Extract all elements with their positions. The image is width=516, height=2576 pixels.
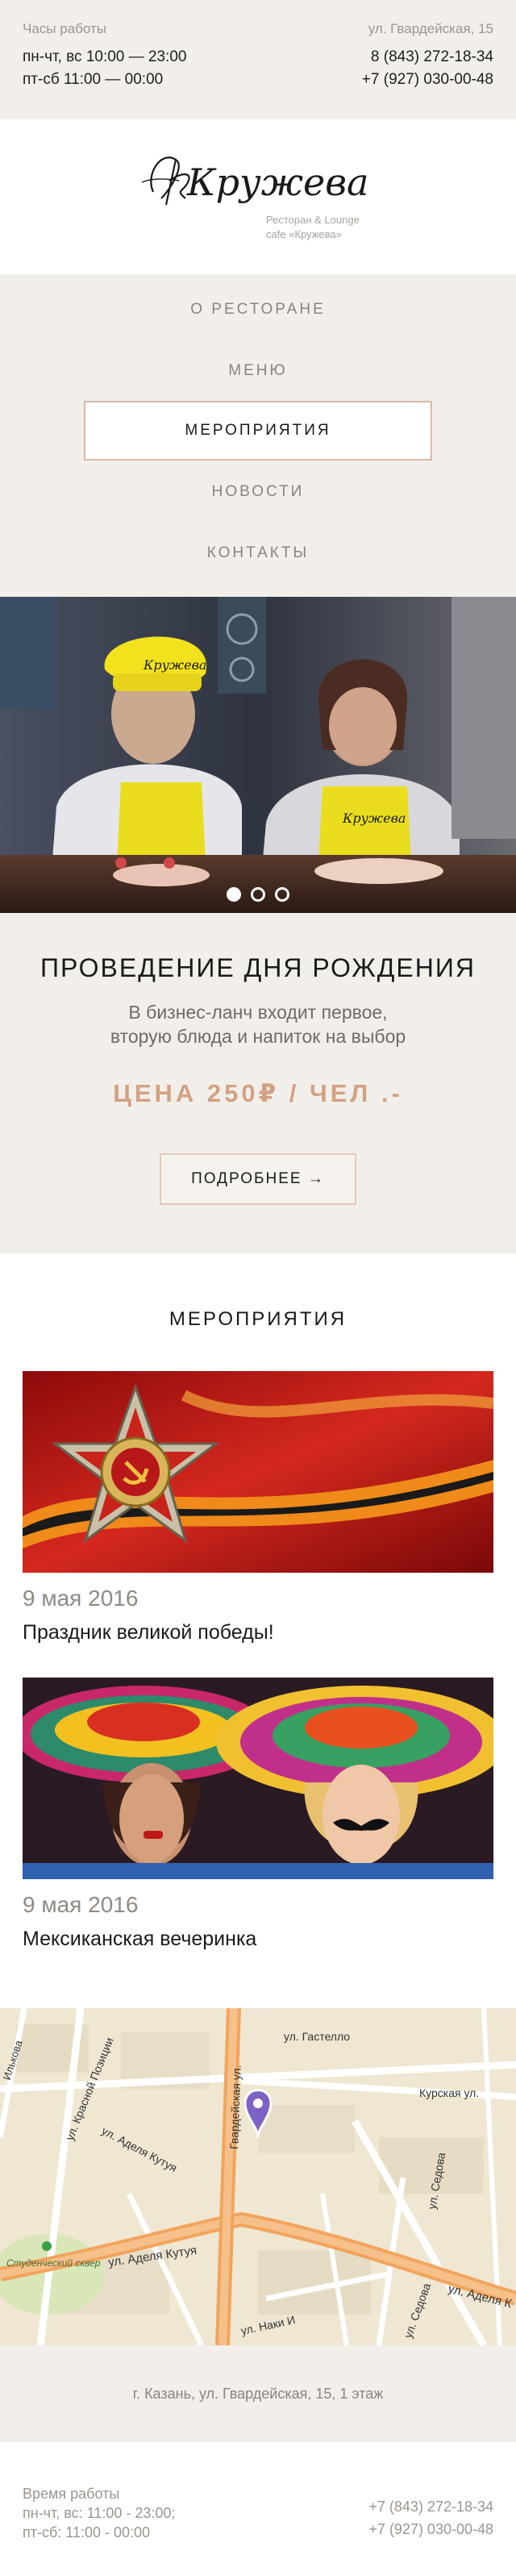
mexican-image	[23, 1678, 493, 1879]
cap-text: Кружева	[143, 657, 206, 673]
logo-subtitle-1: Ресторан & Lounge	[266, 214, 360, 226]
nav-item-events[interactable]: МЕРОПРИЯТИЯ	[84, 401, 432, 461]
event-name-1[interactable]: Праздник великой победы!	[23, 1621, 274, 1644]
nav-item-menu[interactable]: МЕНЮ	[0, 347, 516, 395]
logo-block: Кружева Ресторан & Lounge cafe «Кружева»	[0, 119, 516, 274]
apron-text: Кружева	[342, 811, 406, 826]
promo-price: ЦЕНА 250₽ / ЧЕЛ .-	[113, 1079, 403, 1107]
hours-weekend: пт-сб 11:00 — 00:00	[23, 71, 164, 88]
top-info-bar: Часы работы пн-чт, вс 10:00 — 23:00 пт-с…	[0, 0, 516, 119]
nav-item-about[interactable]: О РЕСТОРАНЕ	[0, 286, 516, 334]
main-nav: О РЕСТОРАНЕ МЕНЮ МЕРОПРИЯТИЯ НОВОСТИ КОН…	[0, 274, 516, 597]
footer-hours-2: пт-сб: 11:00 - 00:00	[23, 2524, 151, 2541]
map-canvas: ул. Гастелло Курская ул. ул. Красной Поз…	[0, 2008, 516, 2345]
events-title: МЕРОПРИЯТИЯ	[169, 1308, 347, 1330]
event-date-1: 9 мая 2016	[23, 1586, 139, 1611]
event-image-victory[interactable]	[23, 1371, 493, 1573]
location-map[interactable]: ул. Гастелло Курская ул. ул. Красной Поз…	[0, 2008, 516, 2345]
hero-photo: Кружева Кружева	[0, 597, 516, 913]
event-name-2[interactable]: Мексиканская вечеринка	[23, 1928, 256, 1951]
logo-subtitle-2: cafe «Кружева»	[266, 228, 342, 240]
footer-phone-1[interactable]: +7 (843) 272-18-34	[368, 2499, 493, 2516]
promo-title: ПРОВЕДЕНИЕ ДНЯ РОЖДЕНИЯ	[40, 953, 476, 982]
phone-link-2[interactable]: +7 (927) 030-00-48	[362, 71, 493, 89]
street-label-kurskaya: Курская ул.	[419, 2086, 479, 2099]
nav-item-news[interactable]: НОВОСТИ	[0, 468, 516, 516]
footer-hours-1: пн-чт, вс: 11:00 - 23:00;	[23, 2505, 176, 2521]
footer-hours-title: Время работы	[23, 2486, 120, 2502]
slider-dot-2[interactable]	[251, 887, 265, 902]
details-button[interactable]: ПОДРОБНЕЕ →	[160, 1153, 356, 1205]
victory-image	[23, 1371, 493, 1573]
hours-title: Часы работы	[23, 21, 106, 36]
event-date-2: 9 мая 2016	[23, 1892, 139, 1917]
promo-desc-2: вторую блюда и напиток на выбор	[110, 1026, 406, 1047]
promo-desc-1: В бизнес-ланч входит первое,	[128, 1002, 388, 1023]
slider-dots	[0, 887, 516, 906]
hours-weekdays: пн-чт, вс 10:00 — 23:00	[23, 48, 187, 65]
map-address: г. Казань, ул. Гвардейская, 15, 1 этаж	[0, 2345, 516, 2442]
address-text: ул. Гвардейская, 15	[368, 21, 493, 36]
slider-dot-1[interactable]	[227, 887, 241, 902]
footer-phone-2[interactable]: +7 (927) 030-00-48	[368, 2521, 493, 2538]
park-label: Студенческий сквер	[6, 2257, 101, 2269]
footer: Время работы пн-чт, вс: 11:00 - 23:00; п…	[0, 2442, 516, 2576]
logo[interactable]: Кружева	[137, 142, 379, 215]
slider-dot-3[interactable]	[275, 887, 289, 902]
logo-wordmark: Кружева	[186, 160, 368, 204]
street-label-gastello: ул. Гастелло	[284, 2030, 350, 2043]
phone-link-1[interactable]: 8 (843) 272-18-34	[371, 48, 493, 66]
nav-item-contacts[interactable]: КОНТАКТЫ	[0, 529, 516, 577]
event-image-mexican[interactable]	[23, 1678, 493, 1879]
hero-slider[interactable]: Кружева Кружева	[0, 597, 516, 913]
promo-block: ПРОВЕДЕНИЕ ДНЯ РОЖДЕНИЯ В бизнес-ланч вх…	[0, 913, 516, 1253]
